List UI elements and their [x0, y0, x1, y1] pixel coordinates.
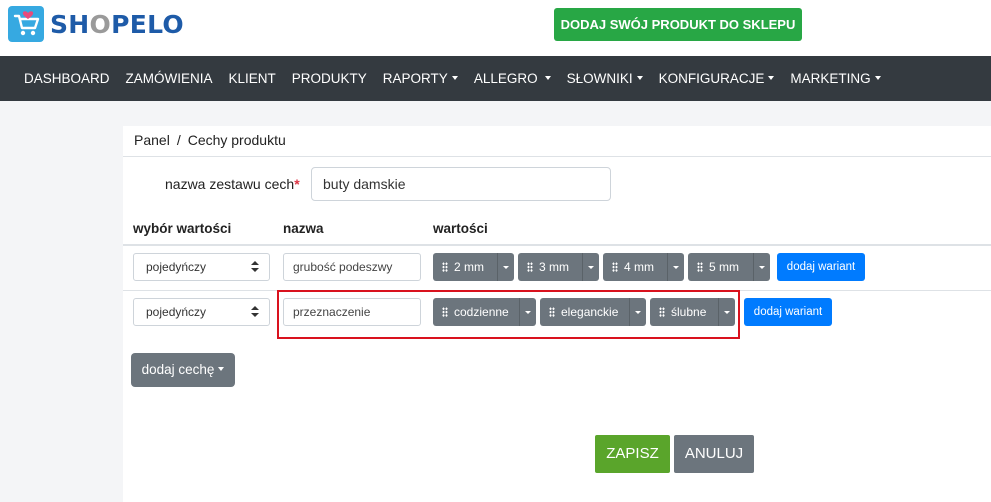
- caret-down-icon: [451, 76, 458, 81]
- caret-down-icon: [768, 76, 775, 81]
- main-navbar: DASHBOARD ZAMÓWIENIA KLIENT PRODUKTY RAP…: [0, 56, 991, 101]
- highlight-box: [277, 290, 740, 339]
- add-product-to-shop-button[interactable]: DODAJ SWÓJ PRODUKT DO SKLEPU: [554, 8, 802, 41]
- nav-marketing-dropdown[interactable]: MARKETING: [782, 56, 888, 101]
- save-button[interactable]: ZAPISZ: [595, 435, 670, 473]
- chevron-down-icon[interactable]: [497, 253, 514, 281]
- drag-handle-icon[interactable]: [442, 262, 448, 272]
- divider: [123, 156, 991, 157]
- caret-down-icon: [874, 76, 881, 81]
- set-name-label: nazwa zestawu cech*: [165, 176, 300, 192]
- nav-reports-dropdown[interactable]: RAPORTY: [375, 56, 466, 101]
- value-chip-dropdown[interactable]: 5 mm: [688, 253, 770, 281]
- cart-logo-icon: [8, 6, 44, 42]
- sort-arrows-icon: [251, 306, 259, 318]
- column-header-values: wartości: [433, 221, 488, 236]
- chevron-down-icon[interactable]: [667, 253, 684, 281]
- logo[interactable]: SHOPELO: [8, 6, 184, 42]
- value-chip-dropdown[interactable]: 4 mm: [603, 253, 684, 281]
- set-name-input[interactable]: buty damskie: [311, 167, 611, 201]
- nav-dashboard[interactable]: DASHBOARD: [16, 56, 118, 101]
- caret-down-icon: [636, 76, 643, 81]
- column-header-name: nazwa: [283, 221, 324, 236]
- breadcrumb-current: Cechy produktu: [187, 132, 286, 148]
- caret-down-icon: [544, 76, 551, 81]
- cancel-button[interactable]: ANULUJ: [674, 435, 754, 473]
- breadcrumb: Panel / Cechy produktu: [134, 132, 286, 148]
- sort-arrows-icon: [251, 261, 259, 273]
- logo-text: SHOPELO: [50, 9, 184, 39]
- value-mode-select[interactable]: pojedyńczy: [133, 298, 270, 326]
- table-header-divider: [123, 244, 991, 246]
- nav-client[interactable]: KLIENT: [221, 56, 284, 101]
- chevron-down-icon[interactable]: [582, 253, 599, 281]
- drag-handle-icon[interactable]: [612, 262, 618, 272]
- value-chip-dropdown[interactable]: 2 mm: [433, 253, 514, 281]
- feature-name-input[interactable]: grubość podeszwy: [283, 253, 421, 281]
- chevron-down-icon[interactable]: [753, 253, 770, 281]
- caret-down-icon: [218, 367, 225, 372]
- value-chip-dropdown[interactable]: 3 mm: [518, 253, 599, 281]
- breadcrumb-separator: /: [176, 132, 181, 148]
- nav-allegro-dropdown[interactable]: ALLEGRO: [466, 56, 559, 101]
- nav-products[interactable]: PRODUKTY: [284, 56, 375, 101]
- nav-configuration-dropdown[interactable]: KONFIGURACJE: [651, 56, 783, 101]
- drag-handle-icon[interactable]: [697, 262, 703, 272]
- column-header-selection: wybór wartości: [133, 221, 232, 236]
- required-mark: *: [294, 176, 300, 192]
- nav-dictionaries-dropdown[interactable]: SŁOWNIKI: [559, 56, 651, 101]
- breadcrumb-panel-link[interactable]: Panel: [134, 132, 170, 148]
- add-feature-dropdown-button[interactable]: dodaj cechę: [131, 353, 235, 387]
- value-mode-select[interactable]: pojedyńczy: [133, 253, 270, 281]
- add-variant-button[interactable]: dodaj wariant: [777, 253, 865, 281]
- add-variant-button[interactable]: dodaj wariant: [744, 298, 832, 326]
- drag-handle-icon[interactable]: [527, 262, 533, 272]
- feature-set-panel: Panel / Cechy produktu nazwa zestawu cech*…: [123, 126, 991, 502]
- nav-orders[interactable]: ZAMÓWIENIA: [118, 56, 221, 101]
- top-header: SHOPELO DODAJ SWÓJ PRODUKT DO SKLEPU: [0, 0, 991, 56]
